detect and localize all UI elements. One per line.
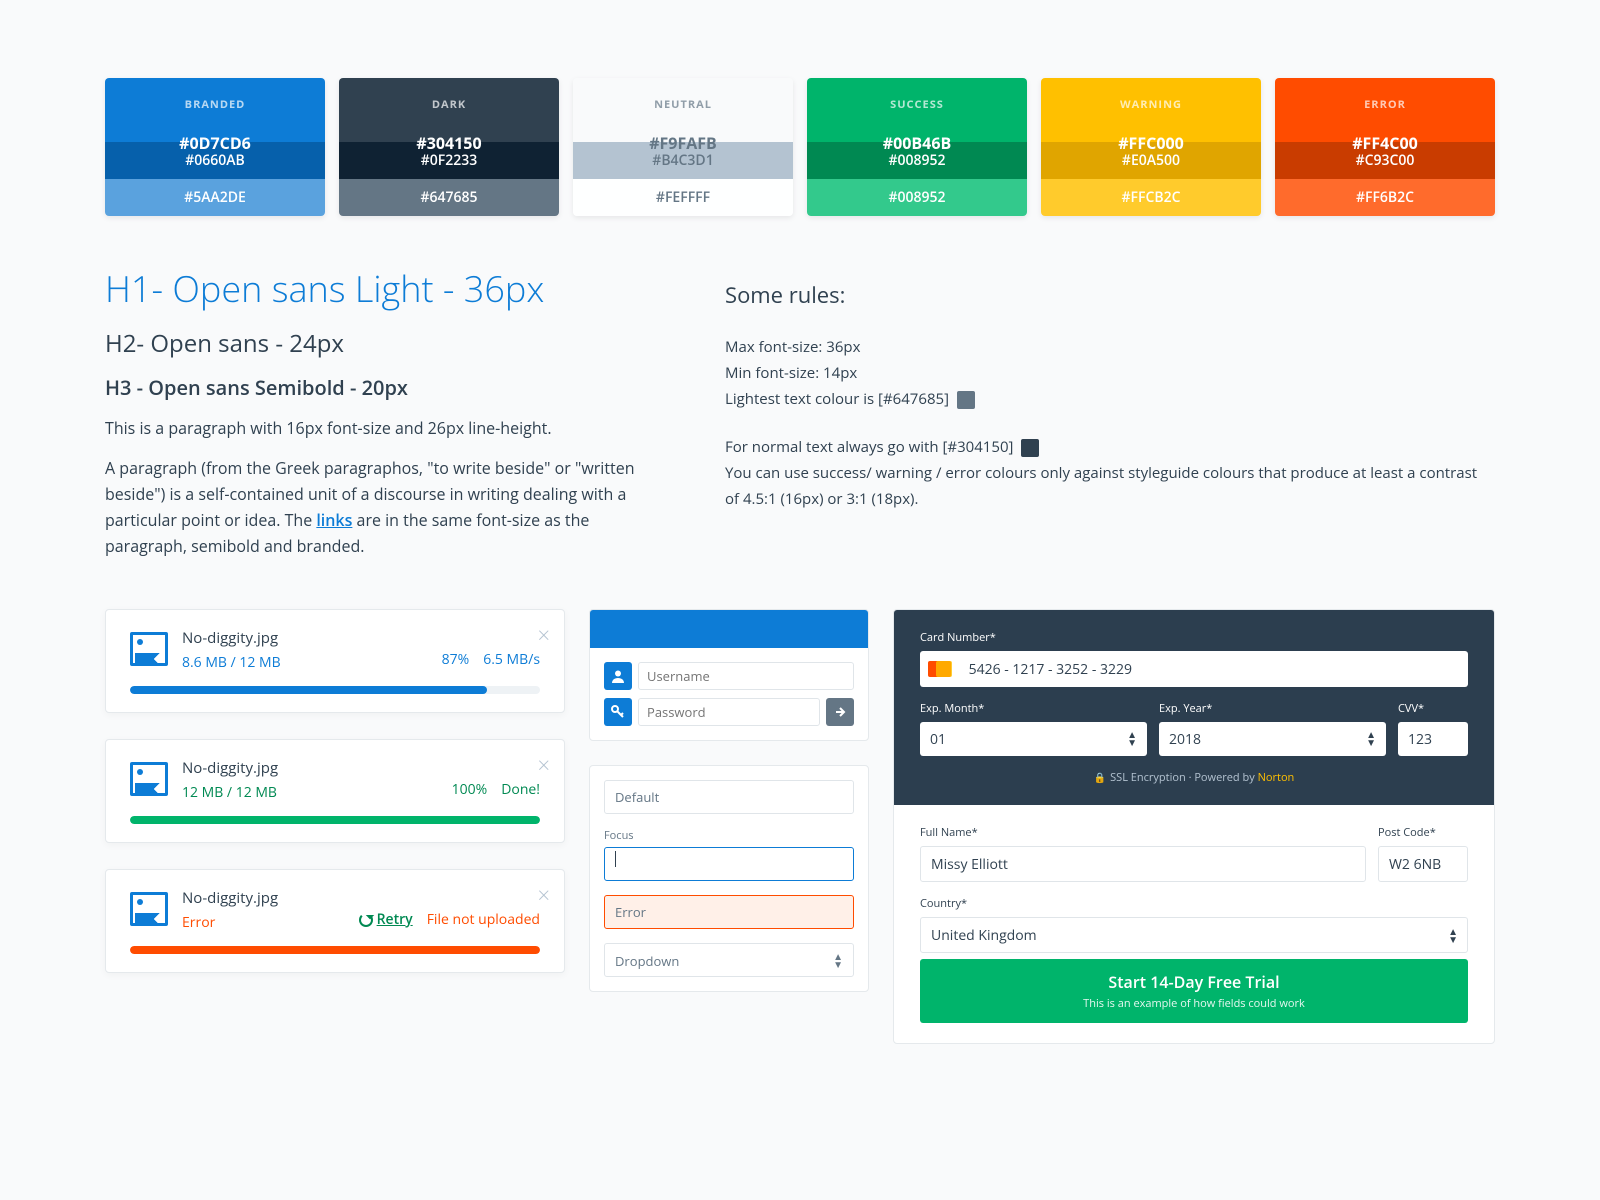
card-number-label: Card Number* (920, 630, 1468, 645)
paragraph-sample-2: A paragraph (from the Greek paragraphos,… (105, 455, 665, 559)
palette-dark: DARK#304150#0F2233#647685 (339, 78, 559, 216)
progress-bar (130, 816, 540, 824)
user-icon (604, 662, 632, 690)
post-code-label: Post Code* (1378, 825, 1468, 840)
upload-progress-text: 12 MB / 12 MB (182, 783, 277, 802)
upload-card: ×No-diggity.jpg 12 MB / 12 MB 100%Done! (105, 739, 565, 843)
palette-error: ERROR#FF4C00#C93C00#FF6B2C (1275, 78, 1495, 216)
exp-year-input[interactable] (1159, 722, 1386, 756)
close-icon[interactable]: × (537, 880, 550, 910)
upload-card: ×No-diggity.jpg 8.6 MB / 12 MB 87%6.5 MB/s (105, 609, 565, 713)
h3-sample: H3 - Open sans Semibold - 20px (105, 374, 665, 401)
input-focus[interactable] (604, 847, 854, 881)
ssl-notice: 🔒SSL Encryption · Powered by Norton (920, 770, 1468, 785)
start-trial-button[interactable]: Start 14-Day Free Trial This is an examp… (920, 959, 1468, 1023)
colour-chip-light (957, 391, 975, 409)
upload-progress-text: Error (182, 913, 215, 932)
palette-warning: WARNING#FFC000#E0A500#FFCB2C (1041, 78, 1261, 216)
typography-samples: H1- Open sans Light - 36px H2- Open sans… (105, 264, 665, 573)
h2-sample: H2- Open sans - 24px (105, 327, 665, 360)
full-name-label: Full Name* (920, 825, 1366, 840)
password-input[interactable] (638, 698, 820, 726)
exp-month-label: Exp. Month* (920, 701, 1147, 716)
country-label: Country* (920, 896, 1468, 911)
exp-month-input[interactable] (920, 722, 1147, 756)
upload-filename: No-diggity.jpg (182, 758, 540, 778)
input-default[interactable] (604, 780, 854, 814)
input-states-card: Focus Dropdown ▲▼ (589, 765, 869, 992)
upload-filename: No-diggity.jpg (182, 628, 540, 648)
rule-min-font: Min font-size: 14px (725, 360, 1495, 386)
submit-arrow-icon[interactable] (826, 698, 854, 726)
color-palette-row: BRANDED#0D7CD6#0660AB#5AA2DEDARK#304150#… (105, 78, 1495, 216)
post-code-input[interactable] (1378, 846, 1468, 882)
image-icon (130, 762, 168, 796)
palette-neutral: NEUTRAL#F9FAFB#B4C3D1#FEFFFF (573, 78, 793, 216)
dropdown-arrows-icon: ▲▼ (833, 952, 843, 968)
upload-status: 100%Done! (452, 780, 540, 799)
rule-light-colour: Lightest text colour is [#647685] (725, 386, 1495, 412)
h1-sample: H1- Open sans Light - 36px (105, 264, 665, 313)
progress-bar (130, 946, 540, 954)
ssl-provider-link[interactable]: Norton (1258, 770, 1295, 785)
card-brand-icon (928, 661, 951, 677)
payment-card: Card Number* Exp. Month* ▲▼ Exp. Year* ▲… (893, 609, 1495, 1044)
progress-track (130, 686, 540, 694)
upload-examples: ×No-diggity.jpg8.6 MB / 12 MB87%6.5 MB/s… (105, 609, 565, 1044)
close-icon[interactable]: × (537, 620, 550, 650)
rule-normal-colour: For normal text always go with [#304150] (725, 434, 1495, 460)
rules-heading: Some rules: (725, 280, 1495, 310)
dropdown-arrows-icon: ▲▼ (1366, 730, 1376, 746)
rule-max-font: Max font-size: 36px (725, 334, 1495, 360)
rules-panel: Some rules: Max font-size: 36px Min font… (725, 264, 1495, 573)
retry-icon (359, 913, 373, 927)
upload-card: ×No-diggity.jpg Error RetryFile not upload… (105, 869, 565, 973)
exp-year-label: Exp. Year* (1159, 701, 1386, 716)
close-icon[interactable]: × (537, 750, 550, 780)
country-input[interactable] (920, 917, 1468, 953)
cvv-label: CVV* (1398, 701, 1468, 716)
rule-contrast: You can use success/ warning / error col… (725, 460, 1495, 512)
palette-branded: BRANDED#0D7CD6#0660AB#5AA2DE (105, 78, 325, 216)
progress-track (130, 946, 540, 954)
upload-progress-text: 8.6 MB / 12 MB (182, 653, 281, 672)
lock-icon: 🔒 (1094, 770, 1106, 784)
login-header (590, 610, 868, 648)
colour-chip-dark (1021, 439, 1039, 457)
login-card (589, 609, 869, 741)
image-icon (130, 632, 168, 666)
card-number-input[interactable] (959, 653, 1460, 685)
upload-status: RetryFile not uploaded (359, 910, 540, 929)
input-focus-label: Focus (604, 828, 854, 843)
link-sample[interactable]: links (316, 509, 352, 531)
retry-link[interactable]: Retry (377, 910, 413, 929)
dropdown-arrows-icon: ▲▼ (1127, 730, 1137, 746)
upload-status: 87%6.5 MB/s (442, 650, 540, 669)
image-icon (130, 892, 168, 926)
cvv-input[interactable] (1398, 722, 1468, 756)
paragraph-sample-1: This is a paragraph with 16px font-size … (105, 415, 665, 441)
key-icon (604, 698, 632, 726)
full-name-input[interactable] (920, 846, 1366, 882)
username-input[interactable] (638, 662, 854, 690)
upload-filename: No-diggity.jpg (182, 888, 540, 908)
input-dropdown[interactable]: Dropdown ▲▼ (604, 943, 854, 977)
progress-bar (130, 686, 487, 694)
dropdown-arrows-icon: ▲▼ (1448, 927, 1458, 943)
input-error[interactable] (604, 895, 854, 929)
palette-success: SUCCESS#00B46B#008952#008952 (807, 78, 1027, 216)
progress-track (130, 816, 540, 824)
